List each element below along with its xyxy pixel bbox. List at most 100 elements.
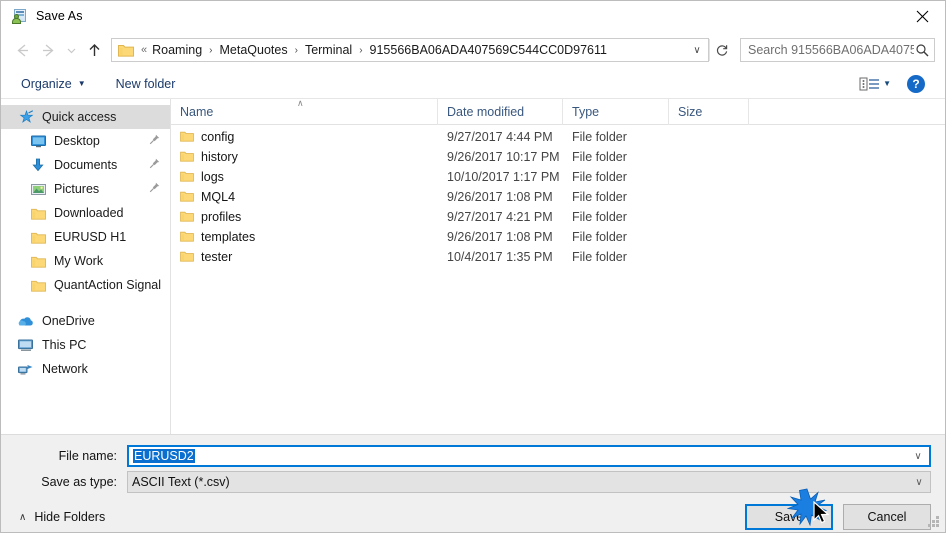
sidebar-item-desktop[interactable]: Desktop [1, 129, 170, 153]
row-name-cell: profiles [171, 210, 438, 225]
folder-icon [29, 279, 47, 292]
column-header-name[interactable]: Name ∧ [171, 98, 438, 125]
resize-grip[interactable] [928, 516, 940, 528]
view-chevron-down-icon[interactable]: ▼ [883, 79, 891, 88]
documents-download-icon [29, 158, 47, 172]
organize-button[interactable]: Organize ▼ [15, 73, 92, 95]
close-icon[interactable] [899, 1, 945, 31]
change-view-icon[interactable] [859, 76, 881, 92]
hide-folders-label: Hide Folders [34, 510, 106, 524]
breadcrumb-item-2[interactable]: Terminal [303, 43, 354, 57]
organize-label: Organize [21, 76, 72, 91]
column-header-date-modified[interactable]: Date modified [438, 98, 563, 125]
forward-icon[interactable] [35, 35, 61, 65]
sidebar-item-label: EURUSD H1 [54, 230, 127, 244]
file-rows: config 9/27/2017 4:44 PM File folder his… [171, 125, 945, 434]
hide-folders-button[interactable]: ∧ Hide Folders [15, 510, 105, 524]
dialog-body: Quick access Desktop Documents Pictures … [1, 98, 945, 434]
refresh-icon[interactable] [709, 39, 733, 61]
file-name: tester [201, 250, 233, 264]
file-name-selected-text: EURUSD2 [133, 449, 195, 463]
pictures-icon [29, 183, 47, 196]
sidebar-item-documents[interactable]: Documents [1, 153, 170, 177]
search-input[interactable]: Search 915566BA06ADA40756... [748, 43, 914, 57]
folder-icon [180, 170, 194, 185]
help-icon[interactable]: ? [907, 74, 925, 93]
pin-icon[interactable] [149, 182, 160, 196]
sidebar-item-label: Network [42, 362, 88, 376]
sidebar-item-this-pc[interactable]: This PC [1, 333, 170, 357]
row-name-cell: tester [171, 250, 438, 265]
save-as-type-chevron-down-icon[interactable]: ∨ [908, 477, 930, 488]
save-as-app-icon [12, 8, 28, 24]
search-icon[interactable] [914, 43, 930, 57]
table-row[interactable]: tester 10/4/2017 1:35 PM File folder [171, 247, 945, 267]
sidebar-item-label: My Work [54, 254, 104, 268]
address-chevron-down-icon[interactable]: ∨ [686, 45, 708, 56]
sidebar-item-label: Downloaded [54, 206, 124, 220]
folder-icon [180, 150, 194, 165]
file-name: logs [201, 170, 224, 184]
breadcrumb-overflow[interactable]: « [138, 44, 150, 56]
sidebar-item-network[interactable]: Network [1, 357, 170, 381]
dialog-footer: File name: EURUSD2 ∨ Save as type: ASCII… [1, 434, 945, 532]
column-headers: Name ∧ Date modified Type Size [171, 98, 945, 125]
row-name-cell: MQL4 [171, 190, 438, 205]
table-row[interactable]: logs 10/10/2017 1:17 PM File folder [171, 167, 945, 187]
folder-icon [180, 230, 194, 245]
sidebar-item-my-work[interactable]: My Work [1, 249, 170, 273]
cancel-button[interactable]: Cancel [843, 504, 931, 530]
file-type: File folder [572, 170, 627, 184]
up-icon[interactable] [81, 35, 107, 65]
back-icon[interactable] [9, 35, 35, 65]
address-bar[interactable]: « Roaming › MetaQuotes › Terminal › 9155… [111, 38, 709, 62]
sidebar-item-label: Desktop [54, 134, 100, 148]
folder-icon [180, 250, 194, 265]
row-name-cell: config [171, 130, 438, 145]
breadcrumb-item-3[interactable]: 915566BA06ADA407569C544CC0D97611 [368, 43, 609, 57]
file-name: config [201, 130, 235, 144]
sidebar-item-quick-access[interactable]: Quick access [1, 105, 170, 129]
pin-icon[interactable] [149, 158, 160, 172]
save-button[interactable]: Save [745, 504, 833, 530]
file-name-input[interactable]: EURUSD2 ∨ [127, 445, 931, 467]
table-row[interactable]: history 9/26/2017 10:17 PM File folder [171, 147, 945, 167]
column-header-type[interactable]: Type [563, 98, 669, 125]
search-box[interactable]: Search 915566BA06ADA40756... [740, 38, 935, 62]
sidebar-item-label: Pictures [54, 182, 100, 196]
table-row[interactable]: config 9/27/2017 4:44 PM File folder [171, 127, 945, 147]
file-name-value[interactable]: EURUSD2 [129, 449, 907, 463]
sidebar-item-label: This PC [42, 338, 87, 352]
window-title: Save As [36, 9, 83, 23]
column-header-size[interactable]: Size [669, 98, 749, 125]
table-row[interactable]: templates 9/26/2017 1:08 PM File folder [171, 227, 945, 247]
chevron-down-icon: ▼ [77, 79, 86, 88]
breadcrumb-item-0[interactable]: Roaming [150, 43, 204, 57]
network-icon [17, 363, 35, 376]
folder-icon [29, 231, 47, 244]
breadcrumb-item-1[interactable]: MetaQuotes [218, 43, 290, 57]
file-name-row: File name: EURUSD2 ∨ [15, 445, 931, 467]
sidebar-item-pictures[interactable]: Pictures [1, 177, 170, 201]
file-name-chevron-down-icon[interactable]: ∨ [907, 451, 929, 462]
recent-locations-chevron-down-icon[interactable] [61, 35, 81, 65]
table-row[interactable]: profiles 9/27/2017 4:21 PM File folder [171, 207, 945, 227]
breadcrumb-separator: › [209, 44, 213, 56]
pin-icon[interactable] [149, 134, 160, 148]
sidebar-item-eurusd-h1[interactable]: EURUSD H1 [1, 225, 170, 249]
dialog-buttons-row: ∧ Hide Folders Save Cancel [15, 503, 931, 531]
save-as-type-select[interactable]: ASCII Text (*.csv) ∨ [127, 471, 931, 493]
file-type: File folder [572, 130, 627, 144]
sidebar-item-quantaction-signal[interactable]: QuantAction Signal [1, 273, 170, 297]
sidebar-item-label: Quick access [42, 110, 117, 124]
sidebar-item-downloaded[interactable]: Downloaded [1, 201, 170, 225]
file-date: 9/27/2017 4:44 PM [447, 130, 553, 144]
table-row[interactable]: MQL4 9/26/2017 1:08 PM File folder [171, 187, 945, 207]
new-folder-button[interactable]: New folder [110, 73, 182, 95]
sidebar-item-onedrive[interactable]: OneDrive [1, 309, 170, 333]
file-name: MQL4 [201, 190, 236, 204]
sidebar-item-label: OneDrive [42, 314, 95, 328]
file-type: File folder [572, 210, 627, 224]
star-pin-icon [17, 109, 35, 125]
column-header-label: Name [180, 104, 214, 119]
